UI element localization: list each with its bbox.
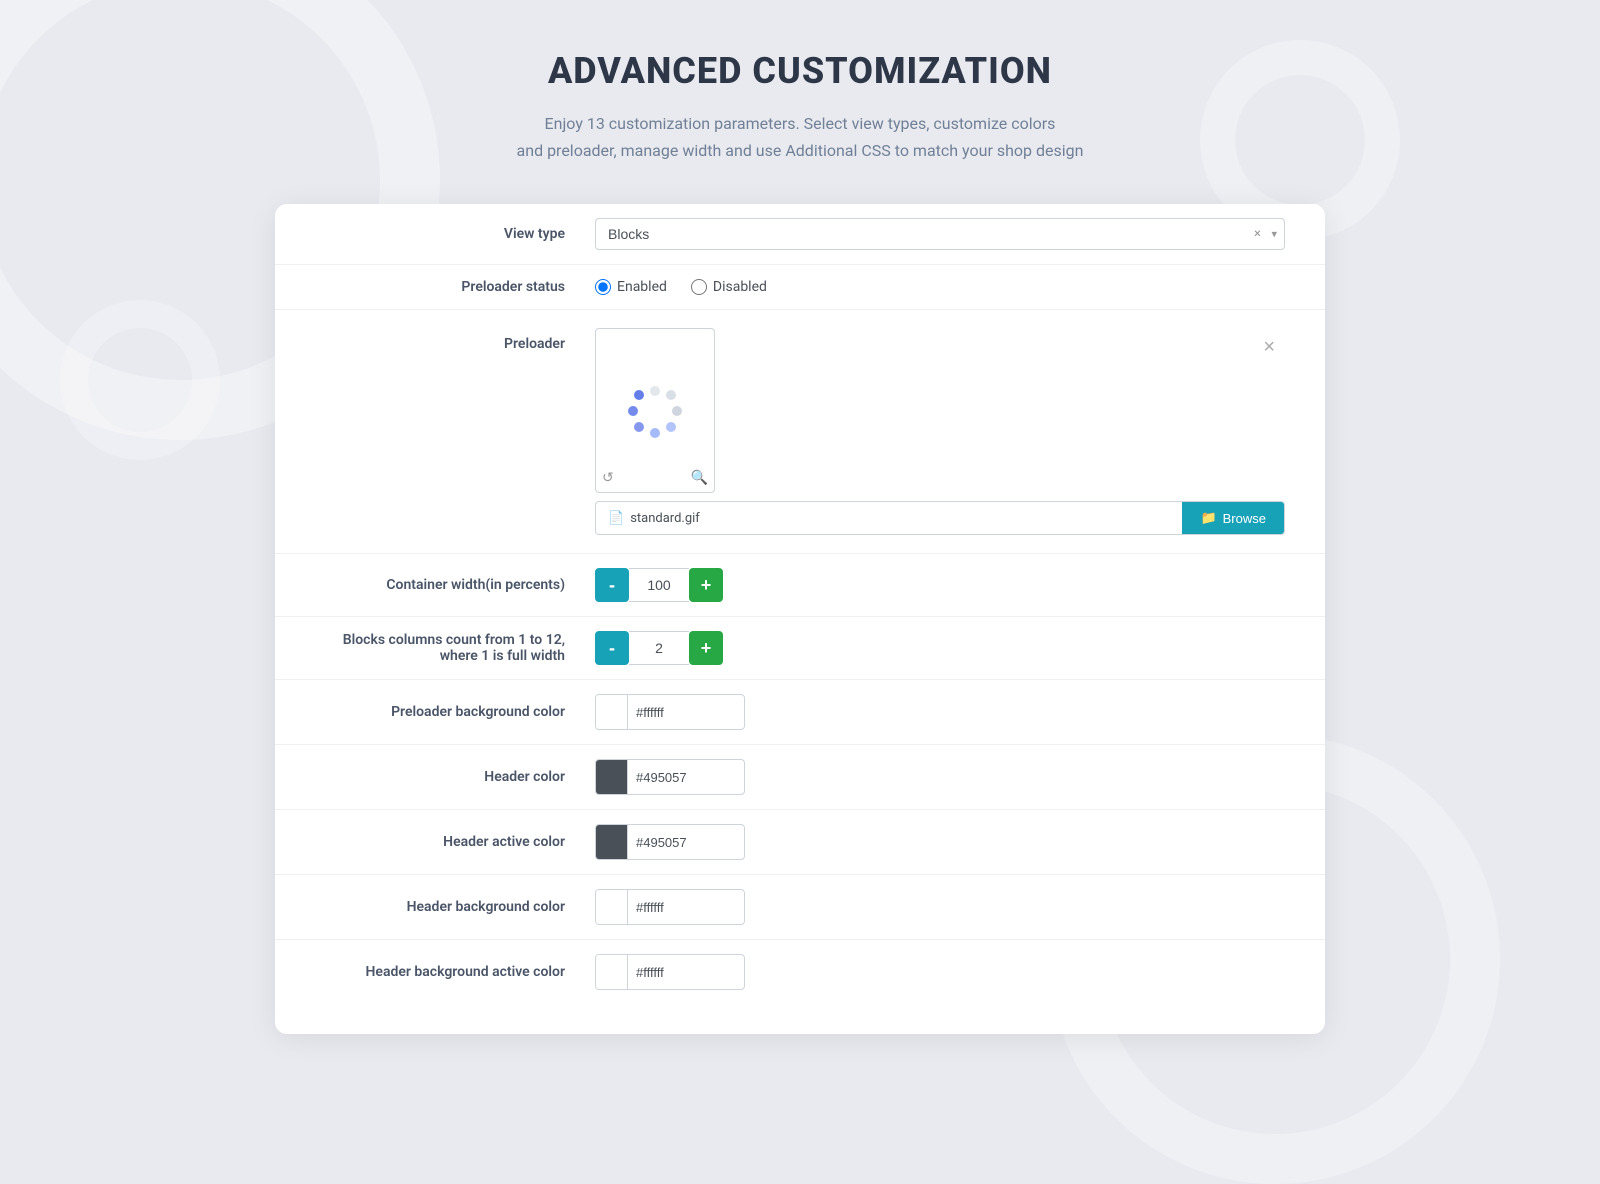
blocks-columns-minus-btn[interactable]: - (595, 631, 629, 665)
preloader-rotate-icon[interactable]: ↺ (602, 470, 614, 486)
header-color-swatch[interactable] (596, 760, 628, 794)
header-bg-color-swatch[interactable] (596, 890, 628, 924)
container-width-row: Container width(in percents) - + (275, 554, 1325, 617)
radio-enabled-input[interactable] (595, 279, 611, 295)
header-color-label: Header color (315, 769, 595, 785)
browse-label: Browse (1223, 511, 1266, 526)
file-name-display: 📄 standard.gif (596, 504, 1182, 533)
header-bg-active-color-control (595, 954, 1285, 990)
file-input-row: 📄 standard.gif 📁 Browse (595, 501, 1285, 535)
blocks-columns-label: Blocks columns count from 1 to 12, where… (315, 632, 595, 664)
blocks-columns-stepper: - + (595, 631, 1285, 665)
header-active-color-input[interactable] (628, 828, 745, 857)
file-icon: 📄 (608, 511, 624, 526)
preloader-bg-color-swatch[interactable] (596, 695, 628, 729)
container-width-plus-btn[interactable]: + (689, 568, 723, 602)
header-bg-color-wrapper (595, 889, 745, 925)
header-bg-active-color-row: Header background active color (275, 940, 1325, 1004)
container-width-input[interactable] (629, 568, 689, 602)
container-width-control: - + (595, 568, 1285, 602)
header-color-input[interactable] (628, 763, 745, 792)
blocks-columns-plus-btn[interactable]: + (689, 631, 723, 665)
header-bg-active-color-input[interactable] (628, 958, 745, 987)
preloader-status-label: Preloader status (315, 279, 595, 295)
preloader-bg-color-row: Preloader background color (275, 680, 1325, 745)
radio-disabled[interactable]: Disabled (691, 279, 767, 295)
container-width-minus-btn[interactable]: - (595, 568, 629, 602)
browse-icon: 📁 (1200, 510, 1216, 526)
header-bg-color-row: Header background color (275, 875, 1325, 940)
header-active-color-label: Header active color (315, 834, 595, 850)
preloader-upload-zone: 🔍 ↺ (595, 328, 715, 493)
view-type-control: Blocks List Grid × ▾ (595, 218, 1285, 250)
header-active-color-row: Header active color (275, 810, 1325, 875)
header-bg-color-label: Header background color (315, 899, 595, 915)
browse-button[interactable]: 📁 Browse (1182, 502, 1284, 534)
header-active-color-control (595, 824, 1285, 860)
header-active-color-wrapper (595, 824, 745, 860)
customization-panel: View type Blocks List Grid × ▾ Preloader… (275, 204, 1325, 1034)
header-color-control (595, 759, 1285, 795)
header-color-wrapper (595, 759, 745, 795)
preloader-label: Preloader (315, 328, 595, 352)
radio-enabled[interactable]: Enabled (595, 279, 667, 295)
blocks-columns-control: - + (595, 631, 1285, 665)
page-header: ADVANCED CUSTOMIZATION Enjoy 13 customiz… (517, 50, 1084, 164)
header-bg-color-control (595, 889, 1285, 925)
page-subtitle: Enjoy 13 customization parameters. Selec… (517, 110, 1084, 164)
preloader-status-radio-group: Enabled Disabled (595, 279, 1285, 295)
blocks-columns-input[interactable] (629, 631, 689, 665)
preloader-spinner-svg (625, 381, 685, 441)
view-type-select-wrapper: Blocks List Grid × ▾ (595, 218, 1285, 250)
preloader-close-btn[interactable]: × (1263, 336, 1275, 359)
preloader-section: × 🔍 ↺ (595, 328, 1285, 535)
preloader-bg-color-wrapper (595, 694, 745, 730)
header-bg-active-color-wrapper (595, 954, 745, 990)
header-color-row: Header color (275, 745, 1325, 810)
view-type-row: View type Blocks List Grid × ▾ (275, 204, 1325, 265)
preloader-bg-color-control (595, 694, 1285, 730)
preloader-bg-color-label: Preloader background color (315, 704, 595, 720)
preloader-status-row: Preloader status Enabled Disabled (275, 265, 1325, 310)
deco-circle-mid-left (60, 300, 220, 460)
container-width-label: Container width(in percents) (315, 577, 595, 593)
preloader-row: Preloader × 🔍 (275, 310, 1325, 554)
header-bg-active-color-label: Header background active color (315, 964, 595, 980)
page-title: ADVANCED CUSTOMIZATION (517, 50, 1084, 92)
select-arrow-icon: ▾ (1271, 228, 1277, 241)
radio-disabled-input[interactable] (691, 279, 707, 295)
header-bg-active-color-swatch[interactable] (596, 955, 628, 989)
header-bg-color-input[interactable] (628, 893, 745, 922)
radio-disabled-label: Disabled (713, 279, 767, 295)
blocks-columns-row: Blocks columns count from 1 to 12, where… (275, 617, 1325, 680)
radio-enabled-label: Enabled (617, 279, 667, 295)
view-type-select[interactable]: Blocks List Grid (595, 218, 1285, 250)
container-width-stepper: - + (595, 568, 1285, 602)
select-clear-icon[interactable]: × (1254, 227, 1261, 242)
file-name-text: standard.gif (630, 511, 700, 526)
preloader-zoom-icon[interactable]: 🔍 (691, 470, 708, 486)
preloader-bg-color-input[interactable] (628, 698, 745, 727)
preloader-status-control: Enabled Disabled (595, 279, 1285, 295)
view-type-label: View type (315, 226, 595, 242)
header-active-color-swatch[interactable] (596, 825, 628, 859)
preloader-control: × 🔍 ↺ (595, 328, 1285, 535)
